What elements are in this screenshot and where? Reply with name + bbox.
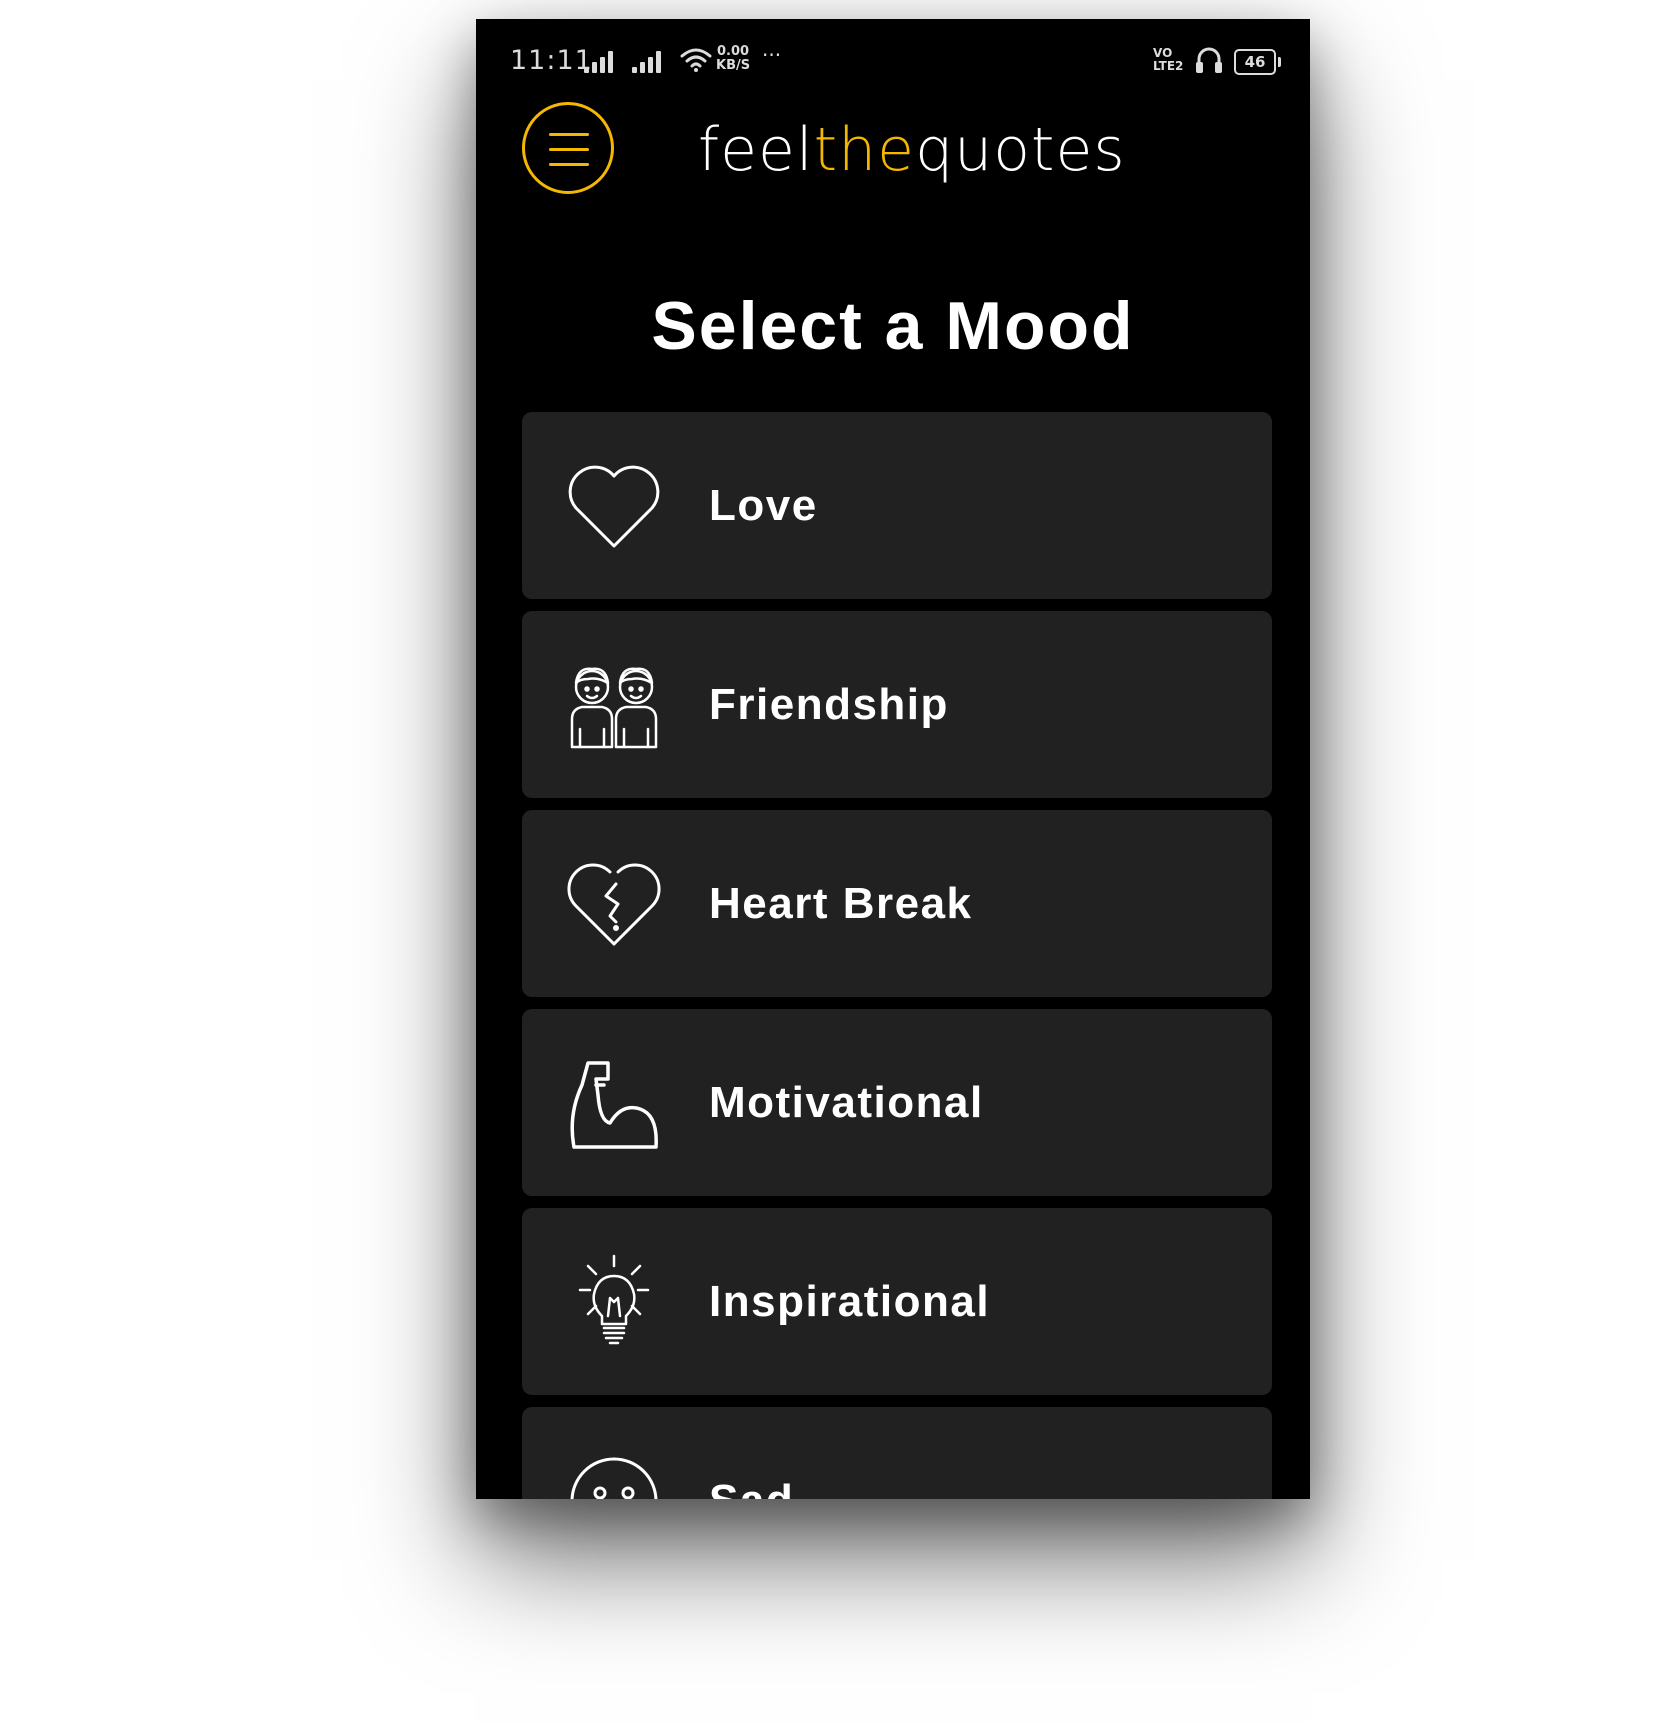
logo-feel: feel (698, 115, 814, 185)
mood-label: Love (709, 481, 818, 530)
mood-label: Inspirational (709, 1277, 991, 1326)
battery-icon: 46 (1234, 49, 1281, 75)
sad-face-icon (570, 1457, 658, 1499)
logo-quotes: quotes (915, 115, 1126, 185)
wifi-icon (680, 48, 712, 72)
network-speed: 0.00 KB/S (716, 45, 750, 73)
hamburger-menu-button[interactable] (522, 102, 614, 194)
mood-list: Love Friendship Heart Break Motivational… (522, 412, 1272, 1499)
menu-bar-icon (549, 133, 589, 136)
mood-item-heart-break[interactable]: Heart Break (522, 810, 1272, 997)
signal-icon (584, 49, 613, 73)
lightbulb-icon (578, 1254, 650, 1345)
mood-item-sad[interactable]: Sad (522, 1407, 1272, 1499)
speed-value: 0.00 (717, 44, 750, 59)
mood-label: Friendship (709, 680, 949, 729)
menu-bar-icon (549, 163, 589, 166)
screenshot-stage: 11:11 0.00 KB/S ··· VO LTE2 46 feelthequ… (0, 0, 1671, 1727)
mood-item-love[interactable]: Love (522, 412, 1272, 599)
headset-icon (1196, 47, 1222, 73)
status-time: 11:11 (510, 45, 593, 76)
mood-label: Sad (709, 1407, 794, 1499)
mood-label: Motivational (709, 1078, 984, 1127)
volte-bottom: LTE2 (1153, 59, 1184, 73)
mood-item-inspirational[interactable]: Inspirational (522, 1208, 1272, 1395)
heart-icon (568, 465, 660, 548)
mood-item-motivational[interactable]: Motivational (522, 1009, 1272, 1196)
logo-the: the (813, 115, 916, 185)
more-notifications-icon: ··· (762, 43, 782, 67)
mood-item-friendship[interactable]: Friendship (522, 611, 1272, 798)
flexed-arm-icon (570, 1061, 658, 1149)
signal-icon-2 (632, 49, 661, 73)
volte-indicator: VO LTE2 (1153, 47, 1183, 73)
friends-icon (570, 667, 658, 749)
menu-bar-icon (549, 148, 589, 151)
page-title: Select a Mood (651, 288, 1135, 364)
status-bar: 11:11 0.00 KB/S ··· VO LTE2 46 (476, 19, 1310, 99)
speed-unit: KB/S (716, 58, 751, 73)
broken-heart-icon (567, 863, 661, 946)
phone-screen: 11:11 0.00 KB/S ··· VO LTE2 46 feelthequ… (476, 19, 1310, 1499)
mood-label: Heart Break (709, 879, 973, 928)
app-logo: feelthequotes (698, 115, 1126, 185)
